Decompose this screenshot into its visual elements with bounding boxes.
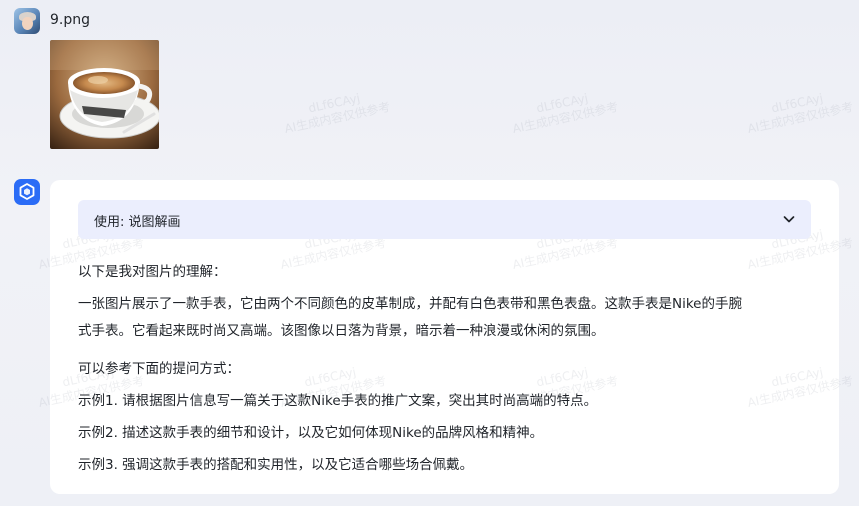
suggestion-example[interactable]: 示例3. 强调这款手表的搭配和实用性，以及它适合哪些场合佩戴。 xyxy=(78,453,473,473)
response-description-line: 式手表。它看起来既时尚又高端。该图像以日落为背景，暗示着一种浪漫或休闲的氛围。 xyxy=(78,323,605,339)
tool-usage-dropdown[interactable]: 使用: 说图解画 xyxy=(78,200,811,239)
attachment-thumbnail-image[interactable] xyxy=(50,40,159,149)
hexagon-cube-icon xyxy=(19,183,35,200)
tool-usage-label: 使用: 说图解画 xyxy=(94,215,181,230)
watermark: dLf6CAyj AI生成内容仅供参考 xyxy=(511,90,620,136)
suggestions-heading: 可以参考下面的提问方式： xyxy=(78,361,240,377)
response-intro: 以下是我对图片的理解： xyxy=(78,264,227,280)
attachment-file-name[interactable]: 9.png xyxy=(50,12,90,28)
watermark: dLf6CAyj AI生成内容仅供参考 xyxy=(746,90,855,136)
user-avatar[interactable] xyxy=(14,8,40,34)
assistant-avatar xyxy=(14,179,40,205)
chevron-down-icon[interactable] xyxy=(781,211,797,227)
suggestion-example[interactable]: 示例1. 请根据图片信息写一篇关于这款Nike手表的推广文案，突出其时尚高端的特… xyxy=(78,389,597,409)
suggestion-example[interactable]: 示例2. 描述这款手表的细节和设计，以及它如何体现Nike的品牌风格和精神。 xyxy=(78,421,543,441)
watermark: dLf6CAyj AI生成内容仅供参考 xyxy=(746,364,855,410)
watermark: dLf6CAyj AI生成内容仅供参考 xyxy=(283,90,392,136)
assistant-response-card: dLf6CAyj AI生成内容仅供参考 dLf6CAyj AI生成内容仅供参考 dL… xyxy=(37,180,854,494)
response-description-line: 一张图片展示了一款手表，它由两个不同颜色的皮革制成，并配有白色表带和黑色表盘。这… xyxy=(78,296,742,312)
